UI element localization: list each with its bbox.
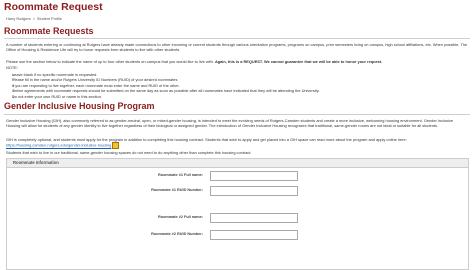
roommate2-name-label: Roommate #2 Full name: bbox=[158, 215, 203, 219]
roommate-instruction-plain: Please use the section below to indicate… bbox=[6, 59, 214, 64]
breadcrumb-current: Student Profile bbox=[36, 17, 62, 21]
roommate-intro-text: A number of students entering or continu… bbox=[6, 42, 468, 52]
breadcrumb-home-link[interactable]: Harry Rudgers bbox=[6, 17, 31, 21]
roommate1-name-row: Roommate #1 Full name: bbox=[7, 171, 468, 181]
roommate-requests-heading: Roommate Requests bbox=[4, 26, 94, 36]
note-label: NOTE: bbox=[6, 65, 18, 70]
roommate1-ruid-label: Roommate #1 RUID Number: bbox=[151, 188, 203, 192]
roommate-instruction-bold: Again, this is a REQUEST. We cannot guar… bbox=[214, 59, 383, 64]
section-divider bbox=[4, 38, 470, 39]
gih-apply-text: GIH is completely optional, and students… bbox=[6, 137, 468, 149]
roommate2-ruid-label: Roommate #2 RUID Number: bbox=[151, 232, 203, 236]
breadcrumb: Harry Rudgers > Student Profile bbox=[6, 17, 62, 21]
gih-heading-text: Gender Inclusive Housing Program bbox=[4, 101, 155, 111]
roommate1-ruid-row: Roommate #1 RUID Number: bbox=[7, 186, 468, 196]
note-item: Do not enter your own RUID or name in th… bbox=[12, 94, 472, 100]
roommate2-name-row: Roommate #2 Full name: bbox=[7, 213, 468, 223]
gih-traditional-text: Students that wish to live in our tradit… bbox=[6, 150, 252, 155]
gih-link[interactable]: https://housing.camden.rutgers.edu/gende… bbox=[6, 143, 111, 148]
roommate2-name-input[interactable] bbox=[210, 213, 298, 223]
gih-apply-text-plain: GIH is completely optional, and students… bbox=[6, 137, 407, 142]
roommate2-ruid-input[interactable] bbox=[210, 230, 298, 240]
roommate-instruction: Please use the section below to indicate… bbox=[6, 59, 468, 64]
roommate-info-panel: Roommate Information Roommate #1 Full na… bbox=[6, 158, 469, 270]
page-title: Roommate Request bbox=[4, 1, 103, 13]
panel-title: Roommate Information bbox=[7, 159, 468, 168]
notes-list: Leave blank if no specific roommate is r… bbox=[6, 72, 472, 99]
page: Roommate Request Harry Rudgers > Student P… bbox=[0, 0, 474, 270]
roommate1-ruid-input[interactable] bbox=[210, 186, 298, 196]
pointer-cursor-icon bbox=[112, 142, 120, 149]
gih-heading: Gender Inclusive Housing Program bbox=[4, 101, 155, 111]
breadcrumb-separator: > bbox=[32, 17, 35, 21]
roommate1-name-input[interactable] bbox=[210, 171, 298, 181]
section-divider bbox=[4, 114, 470, 115]
roommate2-ruid-row: Roommate #2 RUID Number: bbox=[7, 230, 468, 240]
roommate1-name-label: Roommate #1 Full name: bbox=[158, 173, 203, 177]
gih-description: Gender Inclusive Housing (GIH), also com… bbox=[6, 118, 454, 128]
